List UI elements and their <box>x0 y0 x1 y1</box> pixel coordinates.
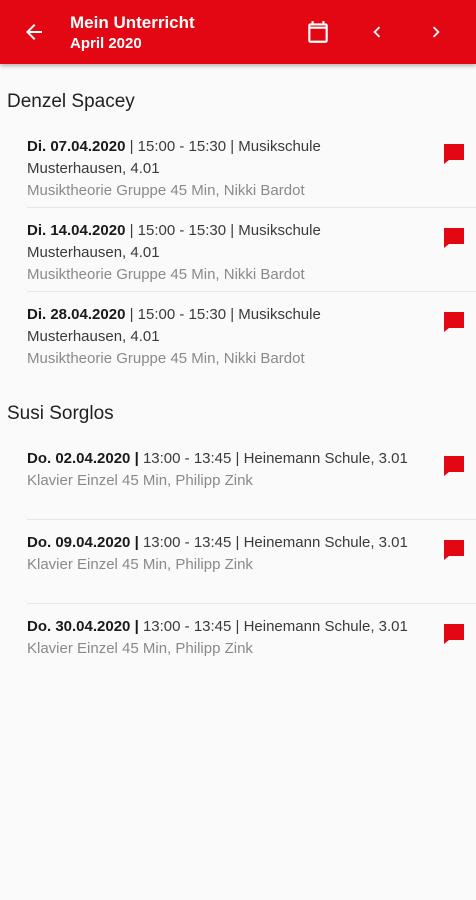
message-flag-icon[interactable] <box>442 454 466 478</box>
lesson-text: Di. 07.04.2020 | 15:00 - 15:30 | Musiksc… <box>27 136 412 202</box>
lesson-date: Di. 14.04.2020 <box>27 222 126 239</box>
lesson-item[interactable]: Do. 02.04.2020 | 13:00 - 13:45 | Heinema… <box>27 436 476 520</box>
student-name: Denzel Spacey <box>7 91 135 112</box>
app-bar-titles: Mein Unterricht April 2020 <box>70 12 195 54</box>
message-flag-icon[interactable] <box>442 622 466 646</box>
app-bar: Mein Unterricht April 2020 <box>0 0 476 64</box>
message-flag-icon[interactable] <box>442 226 466 250</box>
chevron-right-icon <box>432 26 440 38</box>
lesson-course: Musiktheorie Gruppe 45 Min, Nikki Bardot <box>27 350 305 367</box>
page-title: Mein Unterricht <box>70 13 195 32</box>
lesson-item[interactable]: Do. 09.04.2020 | 13:00 - 13:45 | Heinema… <box>27 520 476 604</box>
student-name: Susi Sorglos <box>7 403 114 424</box>
lesson-course: Klavier Einzel 45 Min, Philipp Zink <box>27 640 253 657</box>
message-flag-icon[interactable] <box>442 142 466 166</box>
lesson-text: Di. 28.04.2020 | 15:00 - 15:30 | Musiksc… <box>27 304 412 370</box>
lesson-course: Musiktheorie Gruppe 45 Min, Nikki Bardot <box>27 182 305 199</box>
lesson-date: Do. 02.04.2020 | <box>27 450 139 467</box>
lesson-date: Do. 09.04.2020 | <box>27 534 139 551</box>
lesson-text: Do. 09.04.2020 | 13:00 - 13:45 | Heinema… <box>27 532 412 576</box>
next-month-button[interactable] <box>420 16 452 48</box>
lesson-details: 13:00 - 13:45 | Heinemann Schule, 3.01 <box>138 618 408 635</box>
chevron-left-icon <box>373 26 381 38</box>
previous-month-button[interactable] <box>361 16 393 48</box>
back-button[interactable] <box>18 16 50 48</box>
lesson-text: Di. 14.04.2020 | 15:00 - 15:30 | Musiksc… <box>27 220 412 286</box>
arrow-left-icon <box>26 24 42 40</box>
lesson-course: Klavier Einzel 45 Min, Philipp Zink <box>27 472 253 489</box>
lesson-list: Do. 02.04.2020 | 13:00 - 13:45 | Heinema… <box>27 436 476 688</box>
message-flag-icon[interactable] <box>442 538 466 562</box>
lesson-list: Di. 07.04.2020 | 15:00 - 15:30 | Musiksc… <box>27 124 476 376</box>
lesson-details: 13:00 - 13:45 | Heinemann Schule, 3.01 <box>138 534 408 551</box>
lesson-item[interactable]: Di. 28.04.2020 | 15:00 - 15:30 | Musiksc… <box>27 292 476 376</box>
lesson-item[interactable]: Di. 14.04.2020 | 15:00 - 15:30 | Musiksc… <box>27 208 476 292</box>
lesson-content: Denzel Spacey Di. 07.04.2020 | 15:00 - 1… <box>0 64 476 688</box>
lesson-item[interactable]: Di. 07.04.2020 | 15:00 - 15:30 | Musiksc… <box>27 124 476 208</box>
message-flag-icon[interactable] <box>442 310 466 334</box>
lesson-item[interactable]: Do. 30.04.2020 | 13:00 - 13:45 | Heinema… <box>27 604 476 688</box>
lesson-date: Do. 30.04.2020 | <box>27 618 139 635</box>
lesson-course: Klavier Einzel 45 Min, Philipp Zink <box>27 556 253 573</box>
lesson-text: Do. 02.04.2020 | 13:00 - 13:45 | Heinema… <box>27 448 412 492</box>
lesson-course: Musiktheorie Gruppe 45 Min, Nikki Bardot <box>27 266 305 283</box>
calendar-icon <box>308 21 328 43</box>
calendar-button[interactable] <box>302 16 334 48</box>
lesson-details: 13:00 - 13:45 | Heinemann Schule, 3.01 <box>138 450 408 467</box>
lesson-date: Di. 07.04.2020 <box>27 138 126 155</box>
page-subtitle: April 2020 <box>70 35 142 52</box>
lesson-text: Do. 30.04.2020 | 13:00 - 13:45 | Heinema… <box>27 616 412 660</box>
lesson-date: Di. 28.04.2020 <box>27 306 126 323</box>
